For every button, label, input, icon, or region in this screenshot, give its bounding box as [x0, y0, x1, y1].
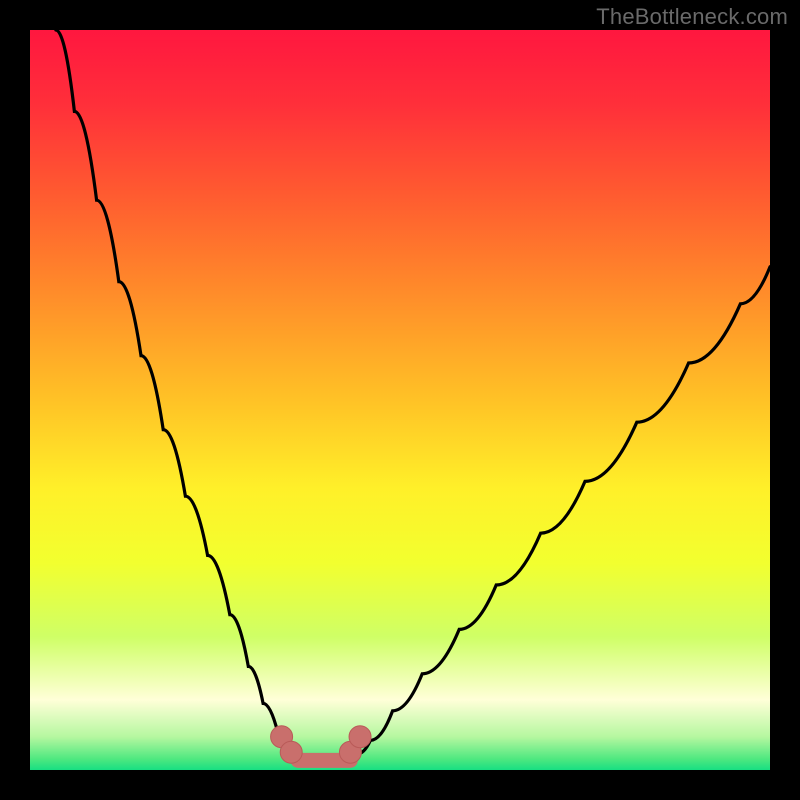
gradient-background — [30, 30, 770, 770]
watermark-text: TheBottleneck.com — [596, 4, 788, 30]
bottleneck-chart — [30, 30, 770, 770]
chart-frame: TheBottleneck.com — [0, 0, 800, 800]
